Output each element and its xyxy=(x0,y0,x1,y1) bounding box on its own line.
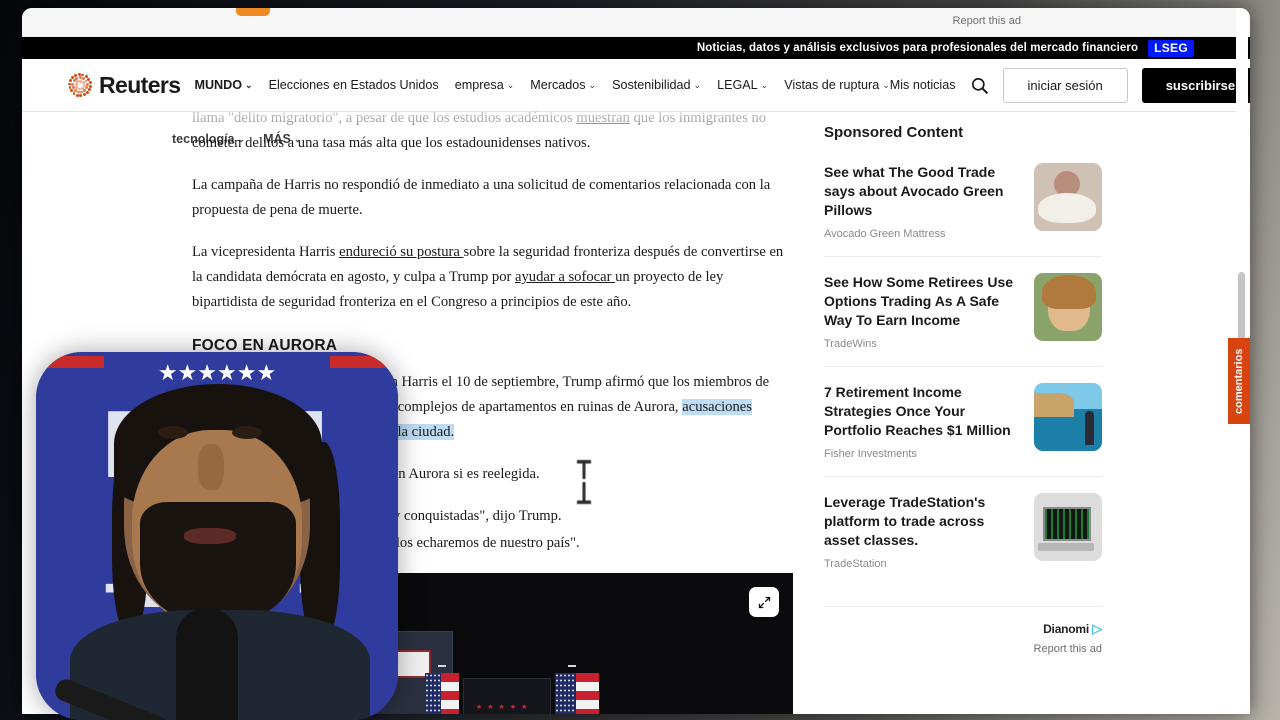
sponsored-ad-source: Avocado Green Mattress xyxy=(824,228,1020,240)
sponsored-ad-source: TradeWins xyxy=(824,338,1020,350)
nav-item-label: LEGAL xyxy=(717,78,758,92)
person-eye-left xyxy=(158,426,188,439)
sponsored-ad-thumbnail xyxy=(1034,493,1102,561)
sponsored-ad-thumbnail xyxy=(1034,163,1102,231)
sponsored-ad-thumbnail xyxy=(1034,273,1102,341)
sponsored-ad-list: See what The Good Trade says about Avoca… xyxy=(824,157,1102,586)
sponsored-sidebar: Sponsored Content See what The Good Trad… xyxy=(812,120,1142,714)
lseg-badge: LSEG xyxy=(1148,40,1194,57)
article-paragraph-clipped: llama "delito migratorio", a pesar de qu… xyxy=(192,106,792,156)
nav-item-elecciones-en-estados-unidos[interactable]: Elecciones en Estados Unidos xyxy=(269,78,439,92)
flag-left xyxy=(425,665,459,714)
nav-item-label: Elecciones en Estados Unidos xyxy=(269,78,439,92)
lseg-promo-text: Noticias, datos y análisis exclusivos pa… xyxy=(697,42,1138,54)
sidebar-report-ad-link[interactable]: Report this ad xyxy=(824,643,1102,655)
sponsored-heading: Sponsored Content xyxy=(824,124,1102,141)
chevron-down-icon: ⌄ xyxy=(882,81,890,90)
sponsored-ad-text: See what The Good Trade says about Avoca… xyxy=(824,163,1020,240)
lseg-promo-bar[interactable]: Noticias, datos y análisis exclusivos pa… xyxy=(22,37,1250,59)
reuters-logo-text: Reuters xyxy=(99,72,180,99)
text-cursor-ibeam xyxy=(574,460,594,504)
nav-item-label: Sostenibilidad xyxy=(612,78,690,92)
flag-right xyxy=(555,665,599,714)
sponsored-ad-source: Fisher Investments xyxy=(824,448,1020,460)
nav-item-mundo[interactable]: MUNDO⌄ xyxy=(194,78,252,92)
dianomi-footer: Dianomi ▷ Report this ad xyxy=(824,606,1102,655)
webcam-overlay[interactable]: ★★★★★★ RUM -2 4 - xyxy=(36,352,398,720)
reuters-logo[interactable]: Reuters xyxy=(69,72,180,99)
sponsored-ad-text: Leverage TradeStation's platform to trad… xyxy=(824,493,1020,570)
person-brow-left xyxy=(156,412,192,419)
p2-link-endurecio[interactable]: endureció su postura xyxy=(339,244,463,260)
nav-item-vistas-de-ruptura[interactable]: Vistas de ruptura⌄ xyxy=(784,78,890,92)
dianomi-logo: Dianomi ▷ xyxy=(824,621,1102,637)
p2-link-sofocar[interactable]: ayudar a sofocar xyxy=(515,269,615,285)
search-icon[interactable] xyxy=(970,76,989,95)
sponsored-ad-thumbnail xyxy=(1034,383,1102,451)
person-brow-right xyxy=(230,412,266,419)
sponsored-ad-item[interactable]: See what The Good Trade says about Avoca… xyxy=(824,157,1102,256)
end-migrant-crime-sign: ★★★★★ PONER FIN AL CRIMEN DE LOS MI-GRAN… xyxy=(463,678,551,714)
nav-item-label: Vistas de ruptura xyxy=(784,78,879,92)
nav-item-legal[interactable]: LEGAL⌄ xyxy=(717,78,768,92)
my-news-link[interactable]: Mis noticias xyxy=(890,78,956,92)
nav-item-label: empresa xyxy=(455,78,504,92)
subscribe-button[interactable]: suscribirse xyxy=(1142,68,1250,103)
sponsored-ad-item[interactable]: Leverage TradeStation's platform to trad… xyxy=(824,476,1102,586)
chevron-down-icon: ⌄ xyxy=(694,81,702,90)
comments-side-tab[interactable]: comentarios xyxy=(1228,338,1250,424)
sponsored-ad-item[interactable]: 7 Retirement Income Strategies Once Your… xyxy=(824,366,1102,476)
nav-item-label: MUNDO xyxy=(194,78,242,92)
reuters-dots-icon xyxy=(69,74,91,96)
p2-text-a: La vicepresidenta Harris xyxy=(192,244,339,260)
person-beard xyxy=(140,502,296,626)
dianomi-logo-text: Dianomi xyxy=(1043,622,1089,636)
nav-item-sostenibilidad[interactable]: Sostenibilidad ⌄ xyxy=(612,78,701,92)
chevron-down-icon: ⌄ xyxy=(589,81,597,90)
article-paragraph-1: La campaña de Harris no respondió de inm… xyxy=(192,173,792,223)
sponsored-ad-text: See How Some Retirees Use Options Tradin… xyxy=(824,273,1020,350)
clipped-inline-link[interactable]: muestran xyxy=(576,110,630,126)
expand-arrows-icon[interactable] xyxy=(749,587,779,617)
clipped-text-a: llama "delito migratorio", a pesar de qu… xyxy=(192,110,576,126)
dianomi-play-icon: ▷ xyxy=(1092,621,1102,636)
sponsored-ad-item[interactable]: See How Some Retirees Use Options Tradin… xyxy=(824,256,1102,366)
sponsored-ad-title: Leverage TradeStation's platform to trad… xyxy=(824,493,1020,550)
nav-right-group: Mis noticias iniciar sesión suscribirse xyxy=(890,68,1250,103)
sponsored-ad-text: 7 Retirement Income Strategies Once Your… xyxy=(824,383,1020,460)
nav-items: MUNDO⌄Elecciones en Estados Unidosempres… xyxy=(194,78,889,92)
nav-item-label: Mercados xyxy=(530,78,585,92)
chevron-down-icon: ⌄ xyxy=(761,81,769,90)
main-navigation-bar: Reuters MUNDO⌄Elecciones en Estados Unid… xyxy=(22,59,1250,112)
nav-item-empresa[interactable]: empresa⌄ xyxy=(455,78,515,92)
person-mouth xyxy=(184,528,236,544)
top-ad-strip: Report this ad xyxy=(22,8,1250,37)
top-report-ad-link[interactable]: Report this ad xyxy=(953,15,1021,27)
sponsored-ad-title: See How Some Retirees Use Options Tradin… xyxy=(824,273,1020,330)
sign-in-button[interactable]: iniciar sesión xyxy=(1003,68,1128,103)
sponsored-ad-title: See what The Good Trade says about Avoca… xyxy=(824,163,1020,220)
recording-frame: Report this ad Noticias, datos y análisi… xyxy=(0,0,1280,720)
ad-orange-element xyxy=(236,8,270,16)
chevron-down-icon: ⌄ xyxy=(245,81,253,90)
article-paragraph-2: La vicepresidenta Harris endureció su po… xyxy=(192,240,792,315)
sponsored-ad-title: 7 Retirement Income Strategies Once Your… xyxy=(824,383,1020,440)
chevron-down-icon: ⌄ xyxy=(507,81,515,90)
person-nose xyxy=(198,444,224,490)
person-eye-right xyxy=(232,426,262,439)
microphone-icon xyxy=(176,608,238,720)
nav-item-mercados[interactable]: Mercados ⌄ xyxy=(530,78,596,92)
sponsored-ad-source: TradeStation xyxy=(824,558,1020,570)
